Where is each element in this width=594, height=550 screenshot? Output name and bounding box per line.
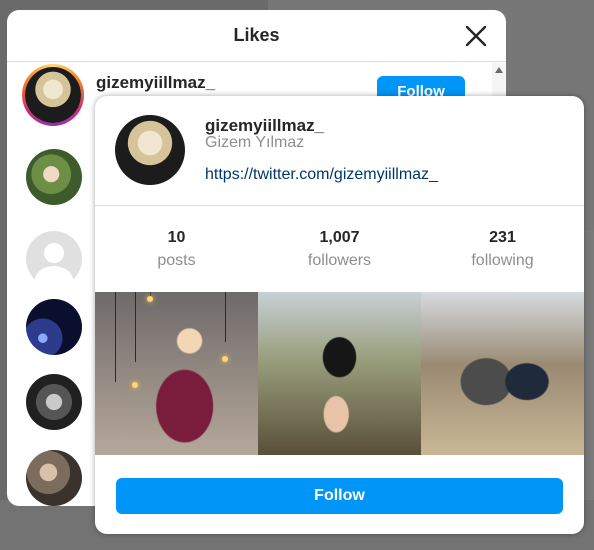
stat-label: followers xyxy=(307,252,372,269)
stat-followers: 1,007 followers xyxy=(258,206,421,292)
avatar[interactable] xyxy=(26,374,82,430)
profile-footer: Follow xyxy=(95,455,584,534)
list-item-username[interactable]: gizemyiillmaz_ xyxy=(96,73,215,93)
avatar[interactable] xyxy=(25,67,81,123)
stat-value: 1,007 xyxy=(319,229,360,246)
profile-link[interactable]: https://twitter.com/gizemyiillmaz_ xyxy=(205,166,438,184)
profile-hover-card: gizemyiillmaz_ Gizem Yılmaz https://twit… xyxy=(95,96,584,534)
stat-posts: 10 posts xyxy=(95,206,258,292)
stat-value: 231 xyxy=(489,229,516,246)
post-thumbnail[interactable] xyxy=(258,292,421,455)
recent-posts xyxy=(95,292,584,455)
likes-header: Likes xyxy=(7,10,506,62)
scroll-up-icon[interactable] xyxy=(495,67,503,73)
default-avatar-icon[interactable] xyxy=(26,231,82,287)
follow-button[interactable]: Follow xyxy=(116,478,563,514)
profile-username[interactable]: gizemyiillmaz_ xyxy=(205,116,324,136)
profile-header: gizemyiillmaz_ Gizem Yılmaz https://twit… xyxy=(95,96,584,206)
profile-stats: 10 posts 1,007 followers 231 following xyxy=(95,206,584,292)
profile-full-name: Gizem Yılmaz xyxy=(205,134,305,151)
avatar[interactable] xyxy=(115,115,185,185)
stat-following: 231 following xyxy=(421,206,584,292)
avatar[interactable] xyxy=(26,450,82,506)
likes-title: Likes xyxy=(233,25,280,45)
stat-label: following xyxy=(471,252,534,269)
post-thumbnail[interactable] xyxy=(95,292,258,455)
stat-label: posts xyxy=(157,252,196,269)
close-icon[interactable] xyxy=(462,22,490,50)
post-thumbnail[interactable] xyxy=(421,292,584,455)
avatar[interactable] xyxy=(26,149,82,205)
avatar[interactable] xyxy=(26,299,82,355)
stat-value: 10 xyxy=(167,229,186,246)
